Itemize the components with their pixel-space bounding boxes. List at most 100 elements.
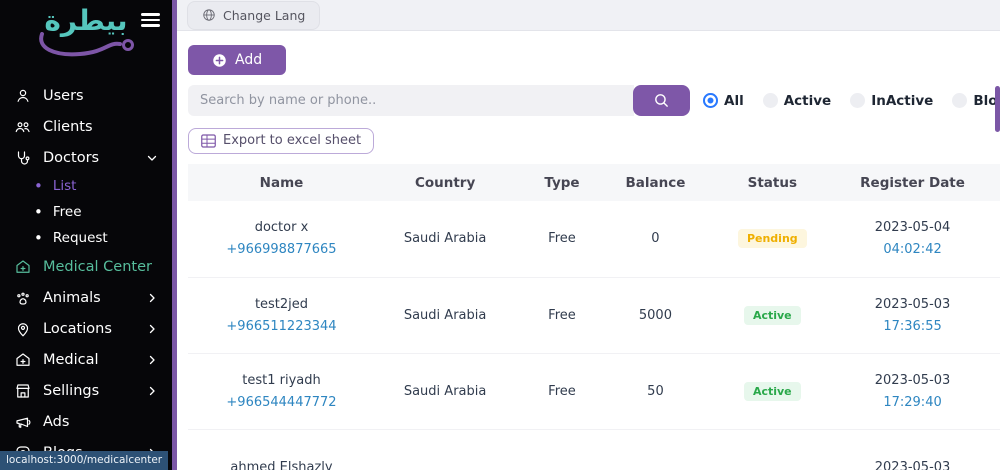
cell-country: Saudi Arabia [375, 277, 515, 353]
sidebar-item-label: Medical [43, 352, 99, 368]
chevron-right-icon [146, 385, 158, 397]
locations-icon [14, 320, 32, 338]
cell-balance: 0 [609, 201, 702, 277]
cell-name: test2jed +966511223344 [188, 277, 375, 353]
register-date: 2023-05-03 [875, 460, 951, 470]
sidebar-item-users[interactable]: Users [0, 80, 172, 111]
table-row: ahmed Elshazly 2023-05-03 Actions [188, 429, 1000, 470]
export-excel-label: Export to excel sheet [223, 133, 361, 148]
chevron-right-icon [146, 292, 158, 304]
chevron-right-icon [146, 354, 158, 366]
sidebar-item-clients[interactable]: Clients [0, 111, 172, 142]
filter-blocked[interactable]: Blocked [952, 93, 1000, 109]
filter-label: All [724, 93, 744, 109]
register-time: 17:36:55 [842, 319, 982, 334]
column-header-register-date: Register Date [842, 164, 982, 201]
cell-name: ahmed Elshazly [188, 429, 375, 470]
sidebar-item-medical[interactable]: Medical [0, 344, 172, 375]
cell-status: Pending [702, 201, 842, 277]
column-header-status: Status [702, 164, 842, 201]
status-url-tooltip: localhost:3000/medicalcenter [0, 451, 168, 470]
menu-toggle-icon[interactable] [141, 10, 160, 30]
sidebar-item-sellings[interactable]: Sellings [0, 375, 172, 406]
sidebar-item-ads[interactable]: Ads [0, 406, 172, 437]
sellings-icon [14, 382, 32, 400]
search-button[interactable] [633, 85, 690, 116]
status-badge: Active [744, 306, 801, 325]
table-header-row: NameCountryTypeBalanceStatusRegister Dat… [188, 164, 1000, 201]
filter-all[interactable]: All [703, 93, 744, 109]
sidebar-subitem-label: Request [53, 230, 108, 246]
cell-register-date: 2023-05-0404:02:42 [842, 201, 982, 277]
sidebar-item-label: Ads [43, 414, 69, 430]
sidebar-nav: UsersClientsDoctors•List • Free • Request Med… [0, 66, 172, 468]
table-row: doctor x +966998877665Saudi ArabiaFree0 Pe… [188, 201, 1000, 277]
cell-type [515, 429, 608, 470]
cell-action: Actions [983, 201, 1000, 277]
cell-balance [609, 429, 702, 470]
status-filters: AllActiveInActiveBlockedOffline [703, 93, 1000, 109]
doctor-phone-link[interactable]: +966998877665 [188, 242, 375, 257]
doctor-name: test1 riyadh [242, 373, 320, 388]
bullet-icon: • [34, 229, 43, 247]
filter-label: Active [784, 93, 832, 109]
table-row: test2jed +966511223344Saudi ArabiaFree500… [188, 277, 1000, 353]
doctor-name: doctor x [255, 220, 309, 235]
search-icon [653, 92, 670, 109]
cell-status: Active [702, 353, 842, 429]
sidebar-item-animals[interactable]: Animals [0, 282, 172, 313]
sidebar-subitem-label: Free [53, 204, 82, 220]
sidebar-item-locations[interactable]: Locations [0, 313, 172, 344]
sidebar-item-medical-center[interactable]: Medical Center [0, 251, 172, 282]
radio-icon[interactable] [763, 93, 778, 108]
search-input[interactable] [188, 85, 634, 116]
plus-circle-icon [212, 53, 227, 68]
cell-action: Actions [983, 353, 1000, 429]
sidebar-subitem-list[interactable]: •List [0, 173, 172, 199]
radio-icon[interactable] [850, 93, 865, 108]
register-time: 17:29:40 [842, 395, 982, 410]
column-header-action: Action [983, 164, 1000, 201]
sidebar: بيطرة UsersClientsDoctors•List•Free•Requ… [0, 0, 177, 470]
clients-icon [14, 118, 32, 136]
radio-icon[interactable] [703, 93, 718, 108]
cell-status: Active [702, 277, 842, 353]
animals-icon [14, 289, 32, 307]
chevron-down-icon [146, 152, 158, 164]
cell-type: Free [515, 277, 608, 353]
sidebar-subitem-free[interactable]: • Free [0, 199, 172, 225]
cell-type: Free [515, 201, 608, 277]
status-badge: Pending [738, 229, 807, 248]
radio-icon[interactable] [952, 93, 967, 108]
sidebar-item-label: Medical Center [43, 259, 152, 275]
cell-name: doctor x +966998877665 [188, 201, 375, 277]
main-area: Change Lang T Add AllActiveInActiveBlock… [177, 0, 1000, 470]
sidebar-item-doctors[interactable]: Doctors [0, 142, 172, 173]
cell-country: Saudi Arabia [375, 353, 515, 429]
export-excel-button[interactable]: Export to excel sheet [188, 128, 374, 154]
excel-icon [201, 134, 216, 148]
cell-action: Actions [983, 277, 1000, 353]
filter-inactive[interactable]: InActive [850, 93, 933, 109]
doctor-phone-link[interactable]: +966544447772 [188, 395, 375, 410]
users-icon [14, 87, 32, 105]
chevron-right-icon [146, 323, 158, 335]
cell-country: Saudi Arabia [375, 201, 515, 277]
change-lang-button[interactable]: Change Lang [187, 1, 320, 30]
cell-balance: 5000 [609, 277, 702, 353]
sidebar-subitem-request[interactable]: • Request [0, 225, 172, 251]
doctor-name: ahmed Elshazly [230, 460, 332, 470]
add-button[interactable]: Add [188, 45, 286, 75]
doctors-table: NameCountryTypeBalanceStatusRegister Dat… [188, 164, 1000, 470]
cell-name: test1 riyadh +966544447772 [188, 353, 375, 429]
doctor-name: test2jed [255, 297, 308, 312]
cell-register-date: 2023-05-03 [842, 429, 982, 470]
doctor-phone-link[interactable]: +966511223344 [188, 319, 375, 334]
sidebar-item-label: Animals [43, 290, 101, 306]
sidebar-item-label: Locations [43, 321, 112, 337]
bullet-icon: • [34, 203, 43, 221]
scrollbar-thumb[interactable] [995, 86, 1000, 132]
cell-action: Actions [983, 429, 1000, 470]
medical-icon [14, 351, 32, 369]
filter-active[interactable]: Active [763, 93, 832, 109]
